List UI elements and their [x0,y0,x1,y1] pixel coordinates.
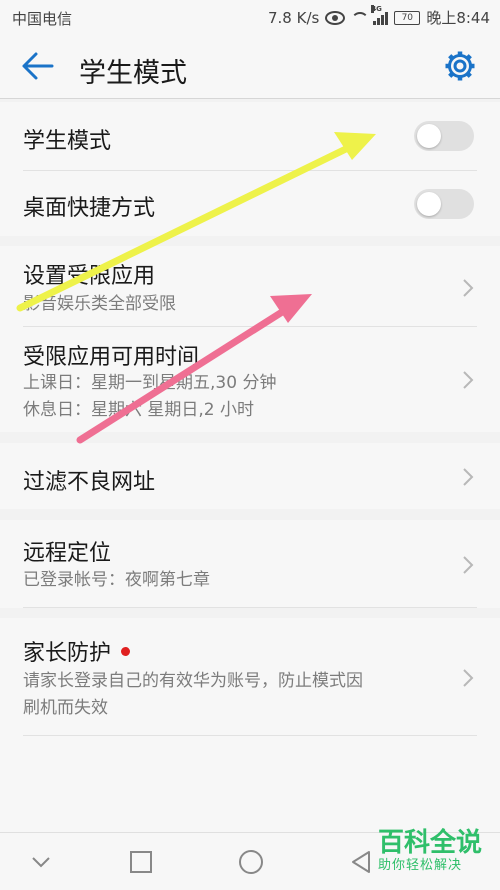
restricted-time-label: 受限应用可用时间 [23,345,200,370]
parental-section: 家长防护 请家长登录自己的有效华为账号，防止模式因 刷机而失效 [0,618,500,832]
desktop-shortcut-label: 桌面快捷方式 [23,196,156,221]
filter-section: 过滤不良网址 [0,443,500,509]
filter-sites-label: 过滤不良网址 [23,470,156,495]
school-day-summary: 上课日：星期一到星期五,30 分钟 [23,373,277,393]
network-speed: 7.8 K/s [267,8,320,27]
chevron-right-icon [463,556,474,574]
chevron-right-icon [463,371,474,389]
watermark-slogan: 助你轻松解决 [378,858,463,873]
restricted-apps-label: 设置受限应用 [23,264,156,289]
square-recent-apps-icon[interactable] [130,851,152,873]
parental-protection-title: 家长防护 [23,635,131,667]
notification-dot [121,646,131,656]
watermark-title: 百科全说 [378,828,483,858]
divider [23,735,477,736]
clock: 晚上8:44 [426,9,490,27]
network-type: 4G [371,4,382,13]
toggle-section: 学生模式 桌面快捷方式 [0,102,500,236]
battery-icon: 70 [394,10,421,25]
student-mode-toggle[interactable] [414,121,474,151]
remote-location-row[interactable]: 远程定位 已登录帐号：夜啊第七章 [0,520,500,608]
chevron-down-icon[interactable] [30,851,52,873]
restricted-time-row[interactable]: 受限应用可用时间 上课日：星期一到星期五,30 分钟 休息日：星期六 星期日,2… [0,327,500,432]
desktop-shortcut-row[interactable]: 桌面快捷方式 [0,171,500,236]
student-mode-label: 学生模式 [23,129,112,154]
parental-protection-hint-line2: 刷机而失效 [23,698,108,718]
filter-sites-row[interactable]: 过滤不良网址 [0,443,500,509]
parental-protection-label: 家长防护 [23,641,112,666]
remote-location-label: 远程定位 [23,541,112,566]
parental-protection-hint-line1: 请家长登录自己的有效华为账号，防止模式因 [23,671,363,691]
chevron-right-icon [463,279,474,297]
divider [23,607,477,608]
wifi-icon [351,11,370,24]
status-icons: 7.8 K/s 4G 70 晚上8:44 [267,4,490,28]
triangle-back-icon[interactable] [350,850,372,874]
gear-icon[interactable] [444,50,476,82]
signal-icon: 4G [371,4,389,25]
location-section: 远程定位 已登录帐号：夜啊第七章 [0,520,500,608]
back-arrow-icon[interactable] [20,50,56,82]
carrier-label: 中国电信 [12,10,73,28]
eye-comfort-icon [325,10,346,25]
watermark-logo: 百科全说 助你轻松解决 [378,828,488,874]
status-bar: 中国电信 7.8 K/s 4G 70 晚上8:44 [0,0,500,34]
app-bar: 学生模式 [0,34,500,99]
page-title: 学生模式 [79,58,187,89]
restricted-apps-row[interactable]: 设置受限应用 影音娱乐类全部受限 [0,246,500,326]
rest-day-summary: 休息日：星期六 星期日,2 小时 [23,400,255,420]
restricted-section: 设置受限应用 影音娱乐类全部受限 受限应用可用时间 上课日：星期一到星期五,30… [0,246,500,432]
chevron-right-icon [463,669,474,687]
parental-protection-row[interactable]: 家长防护 请家长登录自己的有效华为账号，防止模式因 刷机而失效 [0,618,500,736]
restricted-apps-summary: 影音娱乐类全部受限 [23,294,176,314]
chevron-right-icon [463,468,474,486]
desktop-shortcut-toggle[interactable] [414,189,474,219]
student-mode-row[interactable]: 学生模式 [0,102,500,170]
logged-in-account: 已登录帐号：夜啊第七章 [23,570,210,590]
circle-home-icon[interactable] [239,850,263,874]
